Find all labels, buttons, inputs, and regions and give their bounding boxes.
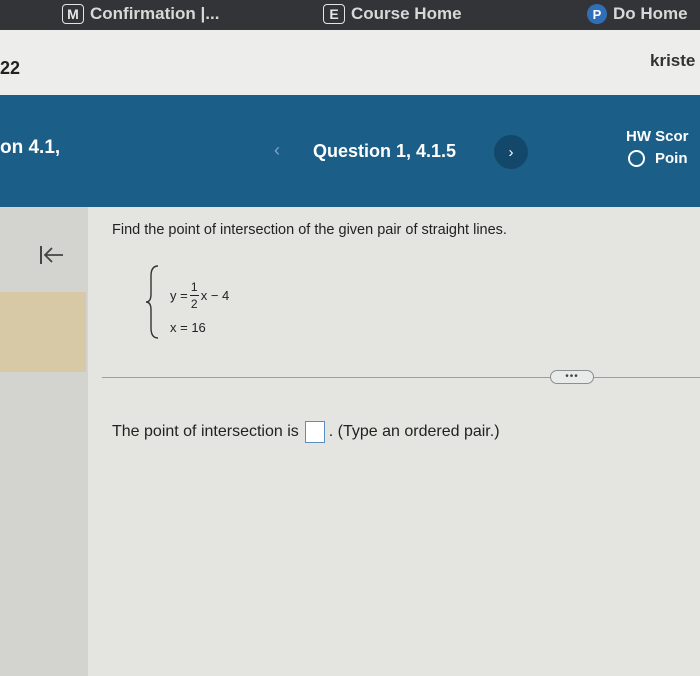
chevron-right-icon: › xyxy=(508,143,514,161)
question-header: on 4.1, ‹ Question 1, 4.1.5 › HW Scor Po… xyxy=(0,95,700,207)
points-indicator: Poin xyxy=(628,150,688,167)
user-name[interactable]: kriste xyxy=(650,51,695,71)
answer-row: The point of intersection is . (Type an … xyxy=(112,421,500,443)
section-title: on 4.1, xyxy=(0,137,61,158)
eq1-lhs: y = xyxy=(170,288,188,303)
account-strip: 22 kriste xyxy=(0,30,700,95)
next-question-button[interactable]: › xyxy=(494,135,528,169)
hw-score-label: HW Scor xyxy=(626,128,689,145)
equation-line-2: x = 16 xyxy=(170,320,206,335)
bookmark-confirmation[interactable]: M Confirmation |... xyxy=(62,3,219,25)
e-badge-icon: E xyxy=(323,4,345,24)
fraction-bar xyxy=(189,295,199,296)
circle-icon xyxy=(628,150,645,167)
bookmark-label: Do Home xyxy=(613,4,688,23)
fraction: 1 2 xyxy=(189,280,199,311)
m-badge-icon: M xyxy=(62,4,84,24)
question-list-panel xyxy=(0,207,88,676)
brace-icon xyxy=(145,265,159,339)
equation-line-1: y = 1 2 x − 4 xyxy=(170,281,229,310)
fraction-numerator: 1 xyxy=(190,280,198,294)
question-prompt: Find the point of intersection of the gi… xyxy=(112,222,507,238)
answer-suffix: . (Type an ordered pair.) xyxy=(328,423,500,440)
current-question-highlight[interactable] xyxy=(0,292,86,372)
bookmark-label: Confirmation |... xyxy=(90,4,220,23)
p-circle-icon: P xyxy=(587,4,607,24)
chevron-left-icon: ‹ xyxy=(274,139,280,160)
bookmarks-bar: M Confirmation |... E Course Home P Do H… xyxy=(0,0,700,30)
eq1-rhs: x − 4 xyxy=(200,288,230,303)
bookmark-do-homework[interactable]: P Do Home xyxy=(587,3,688,25)
question-content: Find the point of intersection of the gi… xyxy=(88,207,700,676)
section-divider xyxy=(102,377,700,378)
question-label: Question 1, 4.1.5 xyxy=(313,141,457,161)
equation-system: y = 1 2 x − 4 x = 16 xyxy=(144,262,284,342)
course-number: 22 xyxy=(0,58,21,78)
previous-question-button[interactable]: ‹ xyxy=(262,135,292,165)
points-label: Poin xyxy=(655,150,688,167)
answer-prefix: The point of intersection is xyxy=(112,423,299,440)
collapse-panel-button[interactable] xyxy=(34,237,70,273)
bookmark-course-home[interactable]: E Course Home xyxy=(323,3,462,25)
fraction-denominator: 2 xyxy=(190,297,198,311)
expand-more-button[interactable]: ••• xyxy=(550,370,594,384)
answer-input[interactable] xyxy=(304,421,325,443)
collapse-left-icon xyxy=(40,246,63,264)
bookmark-label: Course Home xyxy=(351,4,462,23)
